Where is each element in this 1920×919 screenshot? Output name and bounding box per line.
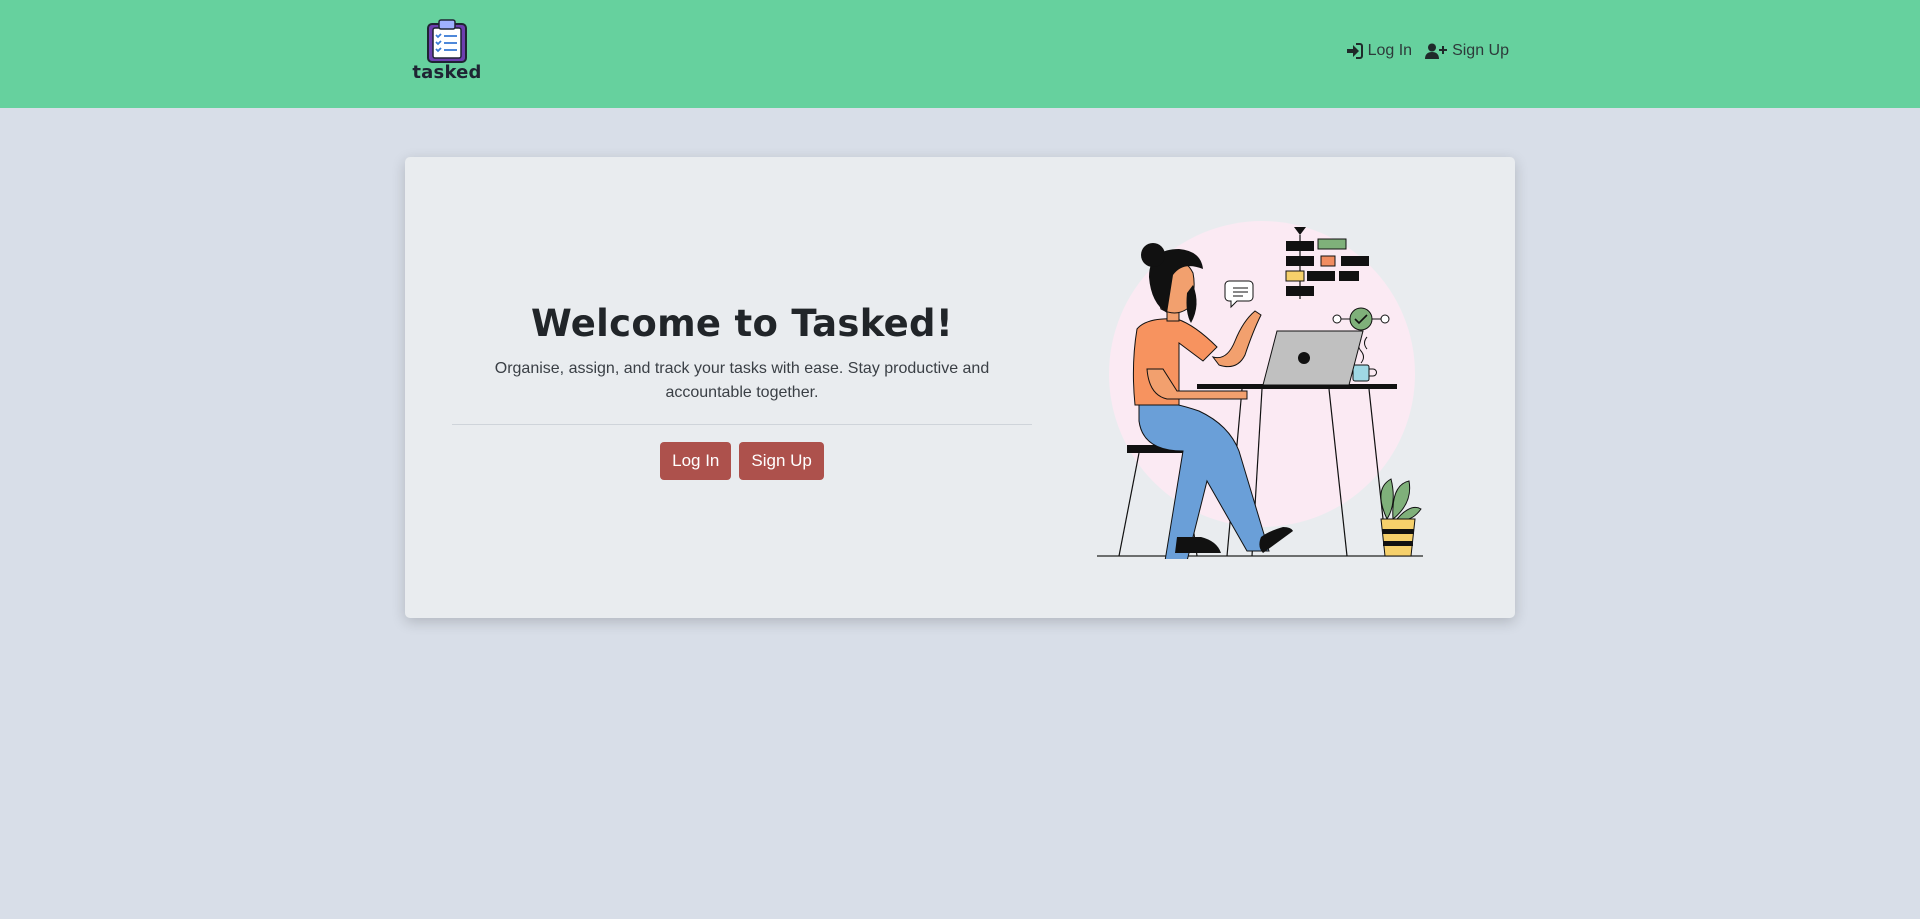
nav-signup-label: Sign Up: [1452, 42, 1509, 59]
page-title: Welcome to Tasked!: [530, 302, 954, 345]
welcome-card: Welcome to Tasked! Organise, assign, and…: [405, 157, 1515, 618]
navbar: tasked Log In Sign Up: [0, 0, 1920, 108]
woman-at-laptop-illustration: [1097, 221, 1423, 559]
brand-logo[interactable]: tasked: [412, 18, 482, 88]
signup-button[interactable]: Sign Up: [739, 442, 824, 480]
user-plus-icon: [1425, 43, 1448, 59]
clipboard-icon: [427, 19, 467, 63]
nav-signup-link[interactable]: Sign Up: [1425, 42, 1509, 60]
nav-links: Log In Sign Up: [1346, 42, 1509, 60]
brand-name: tasked: [412, 62, 482, 83]
hero-subtitle: Organise, assign, and track your tasks w…: [494, 360, 990, 401]
nav-login-label: Log In: [1367, 42, 1413, 59]
divider: [452, 424, 1032, 425]
login-button[interactable]: Log In: [660, 442, 732, 480]
hero-section: Welcome to Tasked! Organise, assign, and…: [452, 302, 1032, 480]
nav-login-link[interactable]: Log In: [1346, 42, 1412, 60]
sign-in-icon: [1346, 43, 1363, 59]
hero-buttons: Log In Sign Up: [452, 442, 1032, 480]
